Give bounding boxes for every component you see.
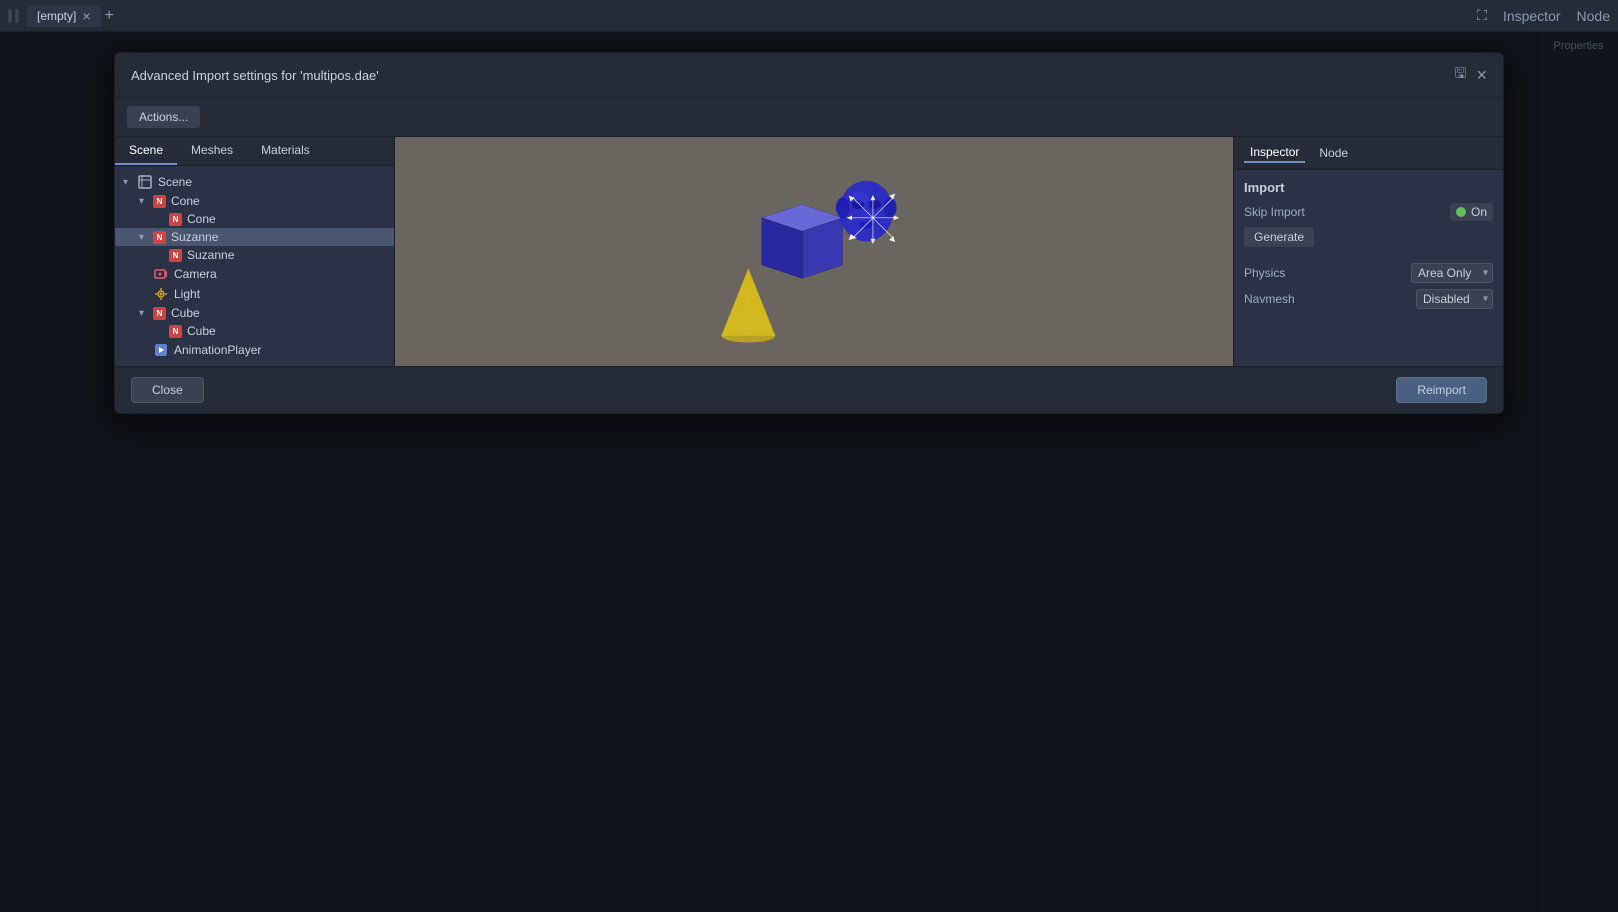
mesh-icon-suzanne-child: N	[169, 249, 182, 262]
skip-import-toggle[interactable]: On	[1450, 203, 1493, 221]
modal-close-button[interactable]: ×	[1476, 66, 1487, 84]
node-label: Node	[1577, 8, 1610, 24]
tab-label: [empty]	[37, 9, 76, 23]
reimport-button[interactable]: Reimport	[1396, 377, 1487, 403]
tab-materials[interactable]: Materials	[247, 137, 324, 165]
tree-label-anim-player: AnimationPlayer	[174, 343, 261, 357]
scene-icon	[137, 174, 153, 190]
modal-body: Scene Meshes Materials ▾	[115, 137, 1503, 366]
import-section: Import Skip Import On	[1234, 170, 1503, 325]
viewport[interactable]	[395, 137, 1233, 366]
tree-item-cone-group[interactable]: ▾ N Cone	[115, 192, 394, 210]
tree-label-cone-child: Cone	[187, 212, 216, 226]
tree-label-camera: Camera	[174, 267, 217, 281]
tree-item-scene[interactable]: ▾ Scene	[115, 172, 394, 192]
tree-item-anim-player[interactable]: AnimationPlayer	[115, 340, 394, 360]
modal-overlay: Advanced Import settings for 'multipos.d…	[0, 32, 1618, 912]
close-button[interactable]: Close	[131, 377, 204, 403]
expand-arrow-scene: ▾	[123, 177, 137, 188]
tree-item-suzanne-child[interactable]: N Suzanne	[115, 246, 394, 264]
properties-panel: Inspector Node Import Skip Import On	[1233, 137, 1503, 366]
scene-tabs-row: Scene Meshes Materials	[115, 137, 394, 166]
skip-import-row: Skip Import On	[1244, 203, 1493, 221]
physics-dropdown-wrapper: Area Only Static Dynamic	[1411, 263, 1493, 283]
add-tab-button[interactable]: +	[105, 7, 114, 25]
tree-label-scene: Scene	[158, 175, 192, 189]
top-bar-right: ⛶ Inspector Node	[1477, 7, 1610, 24]
tab-close-button[interactable]: ×	[82, 9, 90, 23]
expand-arrow-cube: ▾	[139, 308, 153, 319]
drag-handle	[8, 9, 19, 23]
tree-label-suzanne-child: Suzanne	[187, 248, 234, 262]
tree-item-suzanne[interactable]: ▾ N Suzanne	[115, 228, 394, 246]
expand-button[interactable]: ⛶	[1477, 7, 1487, 24]
mesh-icon-cube-group: N	[153, 307, 166, 320]
camera-icon	[153, 266, 169, 282]
mesh-icon-cube-child: N	[169, 325, 182, 338]
physics-row: Physics Area Only Static Dynamic	[1244, 263, 1493, 283]
light-icon	[153, 286, 169, 302]
scene-svg	[395, 137, 1233, 366]
navmesh-dropdown[interactable]: Disabled Mesh Walkable	[1416, 289, 1493, 309]
modal-title: Advanced Import settings for 'multipos.d…	[131, 68, 379, 83]
tree-label-cone-group: Cone	[171, 194, 200, 208]
import-section-title: Import	[1244, 180, 1493, 195]
scene-tree-panel: Scene Meshes Materials ▾	[115, 137, 395, 366]
navmesh-row: Navmesh Disabled Mesh Walkable	[1244, 289, 1493, 309]
top-bar: [empty] × + ⛶ Inspector Node	[0, 0, 1618, 32]
tree-item-cube-group[interactable]: ▾ N Cube	[115, 304, 394, 322]
anim-icon	[153, 342, 169, 358]
mesh-icon-cone-child: N	[169, 213, 182, 226]
physics-dropdown[interactable]: Area Only Static Dynamic	[1411, 263, 1493, 283]
navmesh-dropdown-wrapper: Disabled Mesh Walkable	[1416, 289, 1493, 309]
actions-button[interactable]: Actions...	[127, 106, 200, 128]
tree-item-cube-child[interactable]: N Cube	[115, 322, 394, 340]
editor-tab[interactable]: [empty] ×	[27, 5, 101, 27]
physics-label: Physics	[1244, 266, 1411, 280]
import-settings-modal: Advanced Import settings for 'multipos.d…	[114, 52, 1504, 414]
modal-footer: Close Reimport	[115, 366, 1503, 413]
inspector-header: Inspector Node	[1234, 137, 1503, 170]
expand-arrow-suzanne: ▾	[139, 232, 153, 243]
save-icon[interactable]: 🖫	[1455, 63, 1467, 87]
actions-bar: Actions...	[115, 98, 1503, 137]
skip-import-label: Skip Import	[1244, 205, 1450, 219]
inspector-tab-node[interactable]: Node	[1313, 144, 1354, 162]
tree-label-cube-group: Cube	[171, 306, 200, 320]
tree-label-suzanne: Suzanne	[171, 230, 218, 244]
generate-button[interactable]: Generate	[1244, 227, 1314, 247]
toggle-dot	[1456, 207, 1466, 217]
tab-meshes[interactable]: Meshes	[177, 137, 247, 165]
tree-item-camera[interactable]: Camera	[115, 264, 394, 284]
mesh-icon-cone-group: N	[153, 195, 166, 208]
tree-label-light: Light	[174, 287, 200, 301]
navmesh-label: Navmesh	[1244, 292, 1416, 306]
tree-label-cube-child: Cube	[187, 324, 216, 338]
skip-import-value: On	[1471, 205, 1487, 219]
main-layout: Properties Advanced Import settings for …	[0, 32, 1618, 912]
scene-tree: ▾ Scene	[115, 166, 394, 366]
tab-scene[interactable]: Scene	[115, 137, 177, 165]
inspector-label: Inspector	[1503, 8, 1561, 24]
tree-item-cone-child[interactable]: N Cone	[115, 210, 394, 228]
tree-item-light[interactable]: Light	[115, 284, 394, 304]
modal-header: Advanced Import settings for 'multipos.d…	[115, 53, 1503, 98]
mesh-icon-suzanne: N	[153, 231, 166, 244]
expand-arrow-cone: ▾	[139, 196, 153, 207]
inspector-tab-inspector[interactable]: Inspector	[1244, 143, 1305, 163]
